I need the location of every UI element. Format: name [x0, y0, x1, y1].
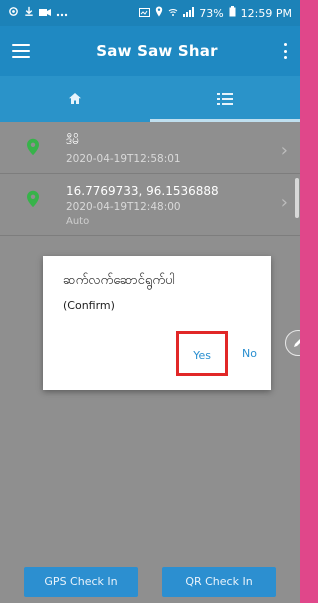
tab-home[interactable]	[0, 76, 150, 122]
chevron-right-icon: ›	[280, 140, 288, 161]
bottom-actions: GPS Check In QR Check In	[0, 560, 300, 603]
status-bar: 73% 12:59 PM	[0, 0, 300, 26]
location-pin-icon	[26, 190, 40, 212]
sim-icon	[139, 7, 151, 20]
app-toolbar: Saw Saw Shar	[0, 26, 300, 76]
battery-percent: 73%	[199, 6, 224, 20]
more-notifications-icon	[56, 7, 68, 20]
list-icon	[217, 90, 233, 109]
status-left-icons	[8, 6, 68, 20]
edit-button[interactable]	[285, 330, 300, 356]
dialog-title: ဆက်လက်ဆောင်ရွက်ပါ	[63, 273, 175, 288]
battery-icon	[229, 6, 236, 20]
tab-bar	[0, 76, 300, 122]
clock-time: 12:59 PM	[240, 6, 292, 20]
list-item-timestamp: 2020-04-19T12:58:01	[66, 153, 181, 165]
video-icon	[39, 7, 51, 20]
gps-checkin-button[interactable]: GPS Check In	[24, 566, 138, 597]
list-item-note: Auto	[66, 216, 90, 227]
download-icon	[24, 6, 34, 20]
app-title: Saw Saw Shar	[96, 42, 218, 60]
confirm-dialog: ဆက်လက်ဆောင်ရွက်ပါ (Confirm) Yes No	[43, 256, 271, 390]
location-icon	[155, 6, 163, 20]
home-icon	[68, 90, 82, 109]
pencil-icon	[292, 334, 300, 353]
signal-icon	[183, 6, 195, 20]
wifi-icon	[168, 7, 178, 20]
list-item-title: ဒီမိ	[66, 133, 80, 147]
menu-icon[interactable]	[12, 44, 30, 58]
no-button[interactable]: No	[242, 347, 257, 360]
location-pin-icon	[26, 138, 40, 160]
checkin-list: ဒီမိ 2020-04-19T12:58:01 › 16.7769733, 9…	[0, 122, 300, 236]
list-item[interactable]: ဒီမိ 2020-04-19T12:58:01 ›	[0, 122, 300, 174]
right-border-decoration	[300, 0, 318, 603]
settings-icon	[8, 6, 19, 20]
list-item-title: 16.7769733, 96.1536888	[66, 184, 219, 198]
tab-list[interactable]	[150, 76, 300, 122]
dialog-actions: Yes No	[176, 331, 257, 376]
chevron-right-icon: ›	[280, 192, 288, 213]
list-item[interactable]: 16.7769733, 96.1536888 2020-04-19T12:48:…	[0, 174, 300, 236]
list-item-timestamp: 2020-04-19T12:48:00	[66, 201, 181, 213]
scrollbar[interactable]	[295, 178, 299, 218]
yes-button[interactable]: Yes	[193, 349, 211, 362]
yes-highlight: Yes	[176, 331, 229, 376]
phone-screen: 73% 12:59 PM Saw Saw Shar ဒီမိ 2020-04-1…	[0, 0, 300, 603]
dialog-subtitle: (Confirm)	[63, 299, 115, 312]
status-right-icons: 73% 12:59 PM	[139, 6, 292, 20]
qr-checkin-button[interactable]: QR Check In	[162, 566, 276, 597]
more-options-icon[interactable]	[284, 43, 288, 59]
